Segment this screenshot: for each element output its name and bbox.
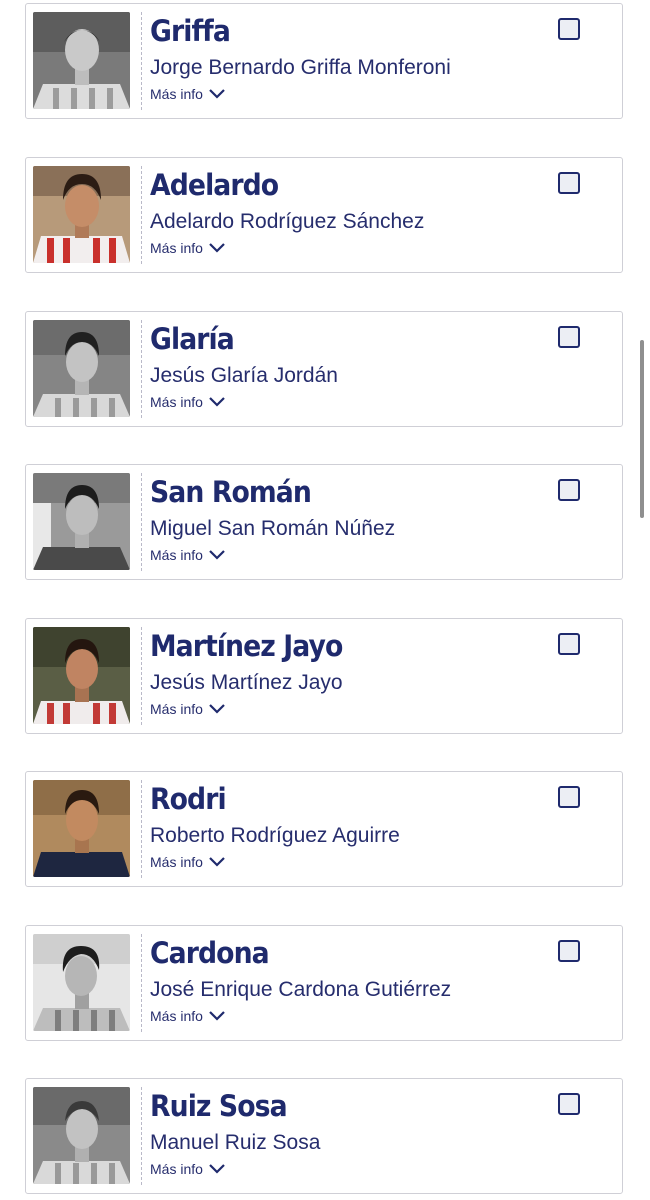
player-alias: San Román (150, 475, 312, 509)
player-full-name: Roberto Rodríguez Aguirre (150, 824, 400, 847)
player-full-name: Jesús Martínez Jayo (150, 671, 343, 694)
player-card: Adelardo Adelardo Rodríguez Sánchez Más … (25, 157, 623, 273)
player-alias: Griffa (150, 14, 231, 48)
player-full-name: Manuel Ruiz Sosa (150, 1131, 321, 1154)
player-alias: Glaría (150, 322, 235, 356)
select-checkbox[interactable] (558, 172, 580, 194)
more-info-toggle[interactable]: Más info (150, 240, 226, 256)
more-info-toggle[interactable]: Más info (150, 701, 226, 717)
player-card: Cardona José Enrique Cardona Gutiérrez M… (25, 925, 623, 1041)
player-card: Glaría Jesús Glaría Jordán Más info (25, 311, 623, 427)
chevron-down-icon (209, 1164, 225, 1174)
separator (141, 12, 142, 110)
player-photo (33, 12, 130, 109)
player-alias: Martínez Jayo (150, 629, 343, 663)
player-photo (33, 934, 130, 1031)
player-full-name: Jorge Bernardo Griffa Monferoni (150, 56, 451, 79)
player-card: San Román Miguel San Román Núñez Más inf… (25, 464, 623, 580)
separator (141, 627, 142, 725)
player-full-name: Jesús Glaría Jordán (150, 364, 338, 387)
more-info-toggle[interactable]: Más info (150, 854, 226, 870)
more-info-label: Más info (150, 394, 203, 410)
separator (141, 780, 142, 878)
more-info-toggle[interactable]: Más info (150, 86, 226, 102)
player-card: Martínez Jayo Jesús Martínez Jayo Más in… (25, 618, 623, 734)
select-checkbox[interactable] (558, 786, 580, 808)
more-info-label: Más info (150, 701, 203, 717)
more-info-label: Más info (150, 547, 203, 563)
scrollbar[interactable] (640, 340, 644, 518)
player-card: Griffa Jorge Bernardo Griffa Monferoni M… (25, 3, 623, 119)
separator (141, 320, 142, 418)
more-info-label: Más info (150, 86, 203, 102)
separator (141, 166, 142, 264)
separator (141, 934, 142, 1032)
more-info-toggle[interactable]: Más info (150, 547, 226, 563)
chevron-down-icon (209, 1011, 225, 1021)
player-alias: Ruiz Sosa (150, 1089, 288, 1123)
chevron-down-icon (209, 550, 225, 560)
chevron-down-icon (209, 243, 225, 253)
player-alias: Rodri (150, 782, 227, 816)
separator (141, 473, 142, 571)
player-card: Ruiz Sosa Manuel Ruiz Sosa Más info (25, 1078, 623, 1194)
player-photo (33, 1087, 130, 1184)
select-checkbox[interactable] (558, 326, 580, 348)
player-card: Rodri Roberto Rodríguez Aguirre Más info (25, 771, 623, 887)
more-info-toggle[interactable]: Más info (150, 1008, 226, 1024)
player-photo (33, 166, 130, 263)
more-info-toggle[interactable]: Más info (150, 394, 226, 410)
more-info-label: Más info (150, 240, 203, 256)
player-full-name: Miguel San Román Núñez (150, 517, 396, 540)
separator (141, 1087, 142, 1185)
player-photo (33, 780, 130, 877)
player-alias: Adelardo (150, 168, 279, 202)
chevron-down-icon (209, 857, 225, 867)
player-photo (33, 627, 130, 724)
more-info-label: Más info (150, 854, 203, 870)
more-info-toggle[interactable]: Más info (150, 1161, 226, 1177)
player-photo (33, 320, 130, 417)
select-checkbox[interactable] (558, 18, 580, 40)
select-checkbox[interactable] (558, 1093, 580, 1115)
select-checkbox[interactable] (558, 479, 580, 501)
more-info-label: Más info (150, 1161, 203, 1177)
chevron-down-icon (209, 89, 225, 99)
select-checkbox[interactable] (558, 633, 580, 655)
chevron-down-icon (209, 397, 225, 407)
player-alias: Cardona (150, 936, 270, 970)
player-full-name: José Enrique Cardona Gutiérrez (150, 978, 452, 1001)
chevron-down-icon (209, 704, 225, 714)
player-photo (33, 473, 130, 570)
player-full-name: Adelardo Rodríguez Sánchez (150, 210, 425, 233)
more-info-label: Más info (150, 1008, 203, 1024)
select-checkbox[interactable] (558, 940, 580, 962)
